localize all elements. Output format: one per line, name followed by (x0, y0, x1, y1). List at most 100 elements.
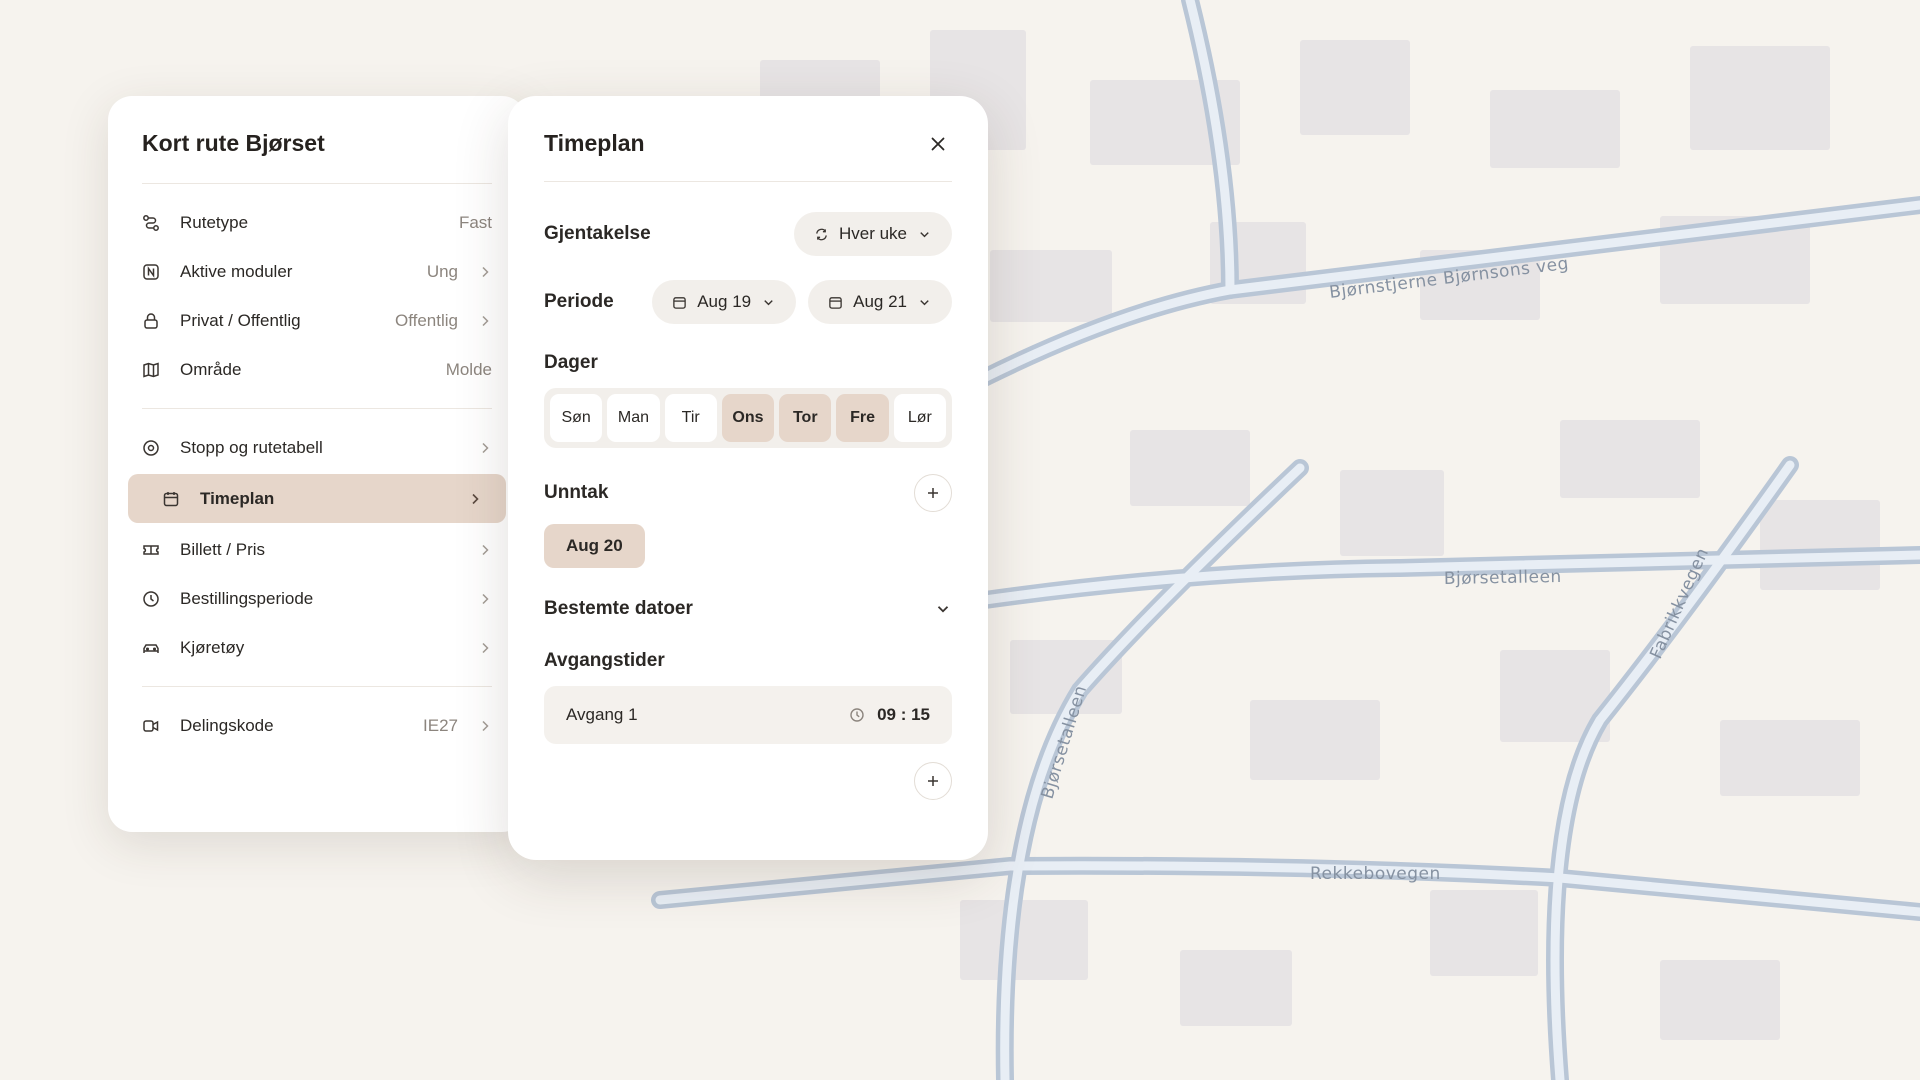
chevron-right-icon (448, 492, 482, 506)
row-label: Rutetype (180, 212, 249, 232)
nav-kjoretoy[interactable]: Kjøretøy (142, 623, 492, 672)
route-title: Kort rute Bjørset (142, 96, 492, 184)
street-label-rekkebo: Rekkebovegen (1310, 864, 1441, 884)
period-start-value: Aug 19 (697, 292, 752, 311)
row-label: Kjøretøy (180, 637, 245, 657)
lock-icon (142, 312, 180, 330)
chevron-right-icon (458, 592, 492, 606)
row-privat-offentlig[interactable]: Privat / Offentlig Offentlig (142, 296, 492, 345)
departures-label: Avgangstider (544, 650, 665, 671)
period-row: Periode Aug 19 Aug 21 (544, 280, 952, 324)
car-icon (142, 639, 180, 657)
route-nav-group: Stopp og rutetabell Timeplan Billett / P… (128, 409, 506, 687)
chevron-right-icon (458, 314, 492, 328)
repeat-icon (816, 228, 827, 240)
row-omrade[interactable]: Område Molde (142, 345, 492, 394)
nav-bestillingsperiode[interactable]: Bestillingsperiode (142, 574, 492, 623)
add-departure-button[interactable] (914, 762, 952, 800)
row-label: Stopp og rutetabell (180, 437, 323, 457)
row-value: Molde (445, 359, 492, 379)
repeat-dropdown[interactable]: Hver uke (793, 212, 952, 256)
day-selector: Søn Man Tir Ons Tor Fre Lør (544, 388, 952, 448)
nav-timeplan[interactable]: Timeplan (128, 474, 506, 523)
exception-chip[interactable]: Aug 20 (544, 524, 645, 568)
chevron-right-icon (458, 719, 492, 733)
period-end-dropdown[interactable]: Aug 21 (808, 280, 952, 324)
add-departure-row (544, 762, 952, 800)
schedule-header: Timeplan (544, 96, 952, 182)
share-group: Delingskode IE27 (142, 687, 492, 764)
day-toggle-tir[interactable]: Tir (664, 394, 717, 442)
row-label: Aktive moduler (180, 261, 293, 281)
stop-icon (142, 439, 180, 457)
period-pickers: Aug 19 Aug 21 (652, 280, 952, 324)
row-label: Privat / Offentlig (180, 310, 301, 330)
close-icon (931, 137, 945, 150)
row-value: IE27 (423, 715, 458, 735)
street-label-alle: Bjørsetalleen (1444, 567, 1562, 589)
row-label: Billett / Pris (180, 539, 266, 559)
exceptions-row: Unntak (544, 474, 952, 512)
calendar-icon (162, 490, 200, 508)
chevron-down-icon (920, 231, 929, 237)
row-label: Delingskode (180, 715, 274, 735)
add-exception-button[interactable] (914, 474, 952, 512)
close-button[interactable] (924, 130, 952, 158)
clock-icon (850, 708, 864, 722)
map-icon (142, 361, 180, 379)
calendar-icon (829, 296, 842, 309)
day-toggle-tor[interactable]: Tor (779, 394, 832, 442)
clock-icon (142, 590, 180, 608)
row-value: Fast (458, 212, 492, 232)
days-label: Dager (544, 352, 598, 373)
row-value: Ung (426, 261, 458, 281)
repeat-row: Gjentakelse Hver uke (544, 212, 952, 256)
days-section: Dager Søn Man Tir Ons Tor Fre Lør (544, 352, 952, 448)
chevron-down-icon (937, 606, 949, 613)
period-end-value: Aug 21 (853, 292, 907, 311)
day-toggle-ons[interactable]: Ons (721, 394, 775, 442)
chevron-right-icon (458, 543, 492, 557)
day-toggle-son[interactable]: Søn (550, 394, 603, 442)
row-label: Bestillingsperiode (180, 588, 314, 608)
departure-row[interactable]: Avgang 1 09 : 15 (544, 686, 952, 744)
chevron-down-icon (764, 299, 773, 305)
day-toggle-fre[interactable]: Fre (836, 394, 889, 442)
day-toggle-lor[interactable]: Lør (893, 394, 946, 442)
nav-billett-pris[interactable]: Billett / Pris (142, 525, 492, 574)
route-settings-group: Rutetype Fast Aktive moduler Ung Privat … (142, 184, 492, 409)
row-rutetype[interactable]: Rutetype Fast (142, 198, 492, 247)
repeat-label: Gjentakelse (544, 223, 651, 244)
route-icon (142, 214, 180, 232)
chevron-right-icon (458, 641, 492, 655)
row-label: Område (180, 359, 242, 379)
row-aktive-moduler[interactable]: Aktive moduler Ung (142, 247, 492, 296)
period-label: Periode (544, 291, 614, 312)
share-code-icon (142, 717, 180, 735)
ticket-icon (142, 541, 180, 559)
row-delingskode[interactable]: Delingskode IE27 (142, 701, 492, 750)
departures-section: Avgangstider Avgang 1 09 : 15 (544, 650, 952, 744)
period-start-dropdown[interactable]: Aug 19 (652, 280, 797, 324)
exceptions-label: Unntak (544, 482, 609, 503)
row-value: Offentlig (394, 310, 458, 330)
plus-icon (928, 776, 938, 786)
specific-dates-row[interactable]: Bestemte datoer (544, 598, 952, 620)
schedule-title: Timeplan (544, 130, 645, 156)
repeat-value: Hver uke (838, 224, 907, 243)
departure-time-value: 09 : 15 (877, 705, 930, 724)
chevron-right-icon (458, 265, 492, 279)
nav-stopp-og-rutetabell[interactable]: Stopp og rutetabell (142, 423, 492, 472)
chevron-right-icon (458, 441, 492, 455)
route-detail-panel: Kort rute Bjørset Rutetype Fast Aktive m… (108, 96, 526, 832)
departure-time[interactable]: 09 : 15 (849, 705, 930, 725)
module-badge-icon (142, 263, 180, 281)
calendar-icon (673, 296, 686, 309)
plus-icon (928, 488, 938, 498)
schedule-panel: Timeplan Gjentakelse Hver uke Periode Au… (508, 96, 988, 860)
specific-dates-label: Bestemte datoer (544, 598, 693, 619)
day-toggle-man[interactable]: Man (607, 394, 660, 442)
chevron-down-icon (920, 299, 929, 305)
row-label: Timeplan (200, 488, 275, 508)
exceptions-list: Aug 20 (544, 524, 952, 568)
